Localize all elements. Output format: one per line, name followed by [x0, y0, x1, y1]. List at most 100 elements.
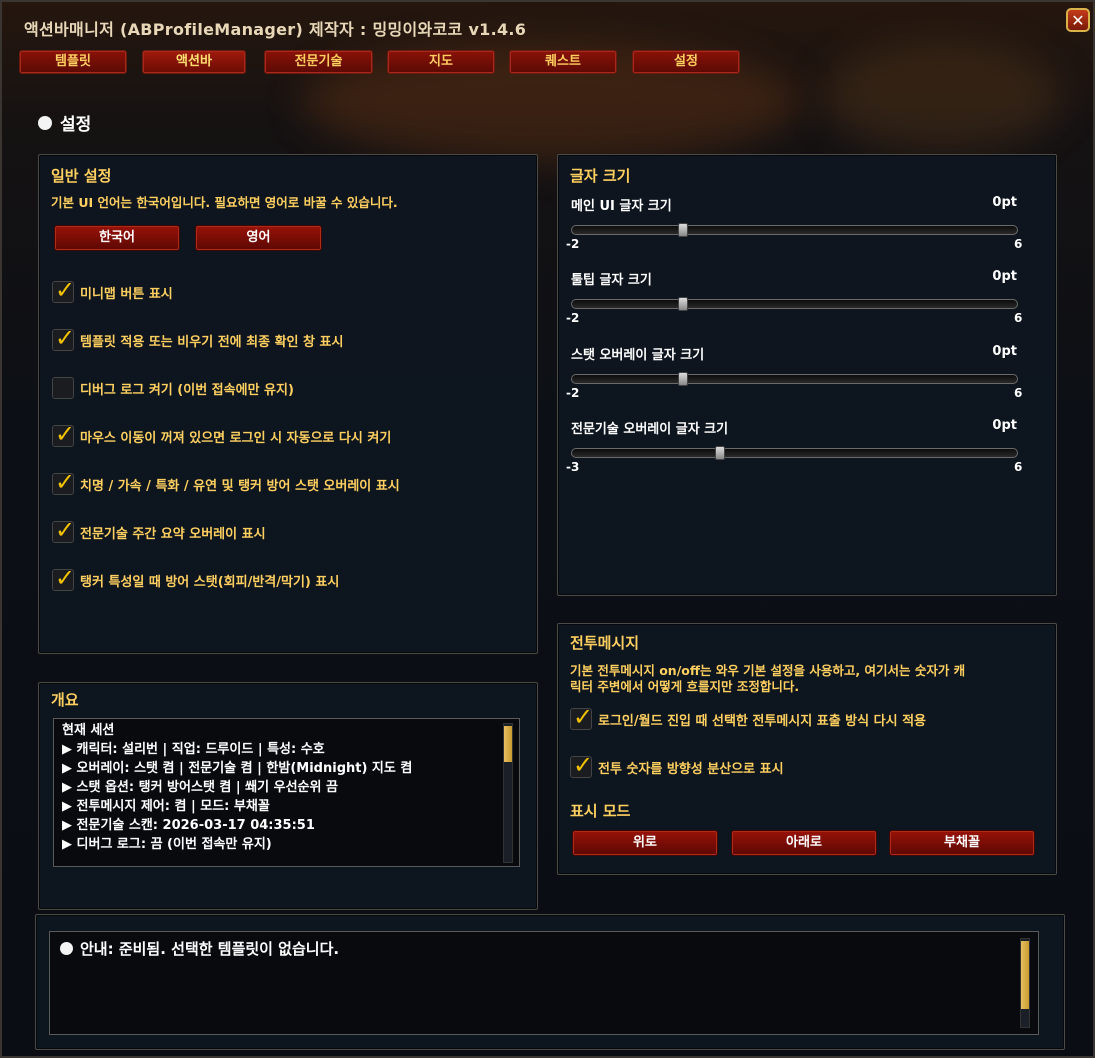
checkbox-row[interactable]: 디버그 로그 켜기 (이번 접속에만 유지)	[52, 377, 294, 399]
checkbox-row[interactable]: ✓ 탱커 특성일 때 방어 스탯(회피/반격/막기) 표시	[52, 564, 340, 592]
check-icon: ✓	[55, 276, 76, 304]
tab-template[interactable]: 템플릿	[19, 50, 127, 74]
scrollbar[interactable]	[1020, 938, 1030, 1028]
slider-min: -2	[566, 311, 580, 325]
log-line: 현재 세션	[62, 723, 115, 738]
display-mode-title: 표시 모드	[570, 802, 631, 820]
log-line: ▶ 오버레이: 스탯 켬 | 전문기술 켬 | 한밤(Midnight) 지도 …	[62, 761, 413, 776]
slider-thumb[interactable]	[715, 446, 726, 460]
slider-label: 메인 UI 글자 크기	[571, 199, 672, 214]
checkbox[interactable]: ✓	[52, 468, 75, 496]
slider-label: 스탯 오버레이 글자 크기	[571, 348, 705, 363]
window-title: 액션바매니저 (ABProfileManager) 제작자 : 밍밍이와코코 v…	[24, 20, 527, 39]
slider-max: 6	[1014, 386, 1023, 400]
checkbox-label: 마우스 이동이 꺼져 있으면 로그인 시 자동으로 다시 켜기	[80, 430, 392, 446]
notice-text: 안내: 준비됨. 선택한 템플릿이 없습니다.	[80, 940, 340, 958]
check-icon: ✓	[55, 564, 76, 592]
checkbox-row[interactable]: ✓ 템플릿 적용 또는 비우기 전에 최종 확인 창 표시	[52, 324, 344, 352]
font-size-title: 글자 크기	[570, 167, 631, 185]
checkbox-label: 전문기술 주간 요약 오버레이 표시	[80, 526, 266, 542]
tab-settings[interactable]: 설정	[632, 50, 740, 74]
slider-min: -2	[566, 386, 580, 400]
slider-min: -3	[566, 460, 580, 474]
log-line: ▶ 디버그 로그: 끔 (이번 접속만 유지)	[62, 837, 272, 852]
checkbox-row[interactable]: ✓ 치명 / 가속 / 특화 / 유연 및 탱커 방어 스탯 오버레이 표시	[52, 468, 400, 496]
checkbox-row[interactable]: ✓ 미니맵 버튼 표시	[52, 276, 173, 304]
combat-text-desc: 릭터 주변에서 어떻게 흐를지만 조정합니다.	[570, 679, 800, 694]
tab-quest[interactable]: 퀘스트	[509, 50, 617, 74]
slider-min: -2	[566, 237, 580, 251]
slider-label: 툴팁 글자 크기	[571, 273, 652, 288]
checkbox-label: 탱커 특성일 때 방어 스탯(회피/반격/막기) 표시	[80, 574, 340, 590]
scrollbar-thumb[interactable]	[504, 726, 512, 762]
checkbox-row[interactable]: ✓ 로그인/월드 진입 때 선택한 전투메시지 표출 방식 다시 적용	[570, 703, 926, 731]
general-settings-title: 일반 설정	[51, 167, 112, 185]
background-art	[822, 42, 1062, 152]
overview-title: 개요	[51, 691, 79, 709]
checkbox-label: 미니맵 버튼 표시	[80, 286, 173, 302]
check-icon: ✓	[573, 703, 594, 731]
combat-text-title: 전투메시지	[570, 634, 640, 652]
checkbox[interactable]: ✓	[52, 516, 75, 544]
slider-thumb[interactable]	[678, 297, 689, 311]
check-icon: ✓	[55, 420, 76, 448]
checkbox-row[interactable]: ✓ 전문기술 주간 요약 오버레이 표시	[52, 516, 266, 544]
tooltip-font-slider[interactable]	[571, 297, 1018, 311]
english-button[interactable]: 영어	[195, 225, 322, 251]
korean-button[interactable]: 한국어	[54, 225, 180, 251]
slider-thumb[interactable]	[678, 223, 689, 237]
scrollbar[interactable]	[503, 723, 513, 863]
check-icon: ✓	[573, 751, 594, 779]
bullet-icon	[60, 942, 73, 955]
log-line: ▶ 캐릭터: 설리번 | 직업: 드루이드 | 특성: 수호	[62, 742, 325, 757]
mode-fan-button[interactable]: 부채꼴	[889, 830, 1035, 856]
combat-text-panel: 전투메시지 기본 전투메시지 on/off는 와우 기본 설정을 사용하고, 여…	[557, 623, 1057, 875]
checkbox[interactable]: ✓	[52, 420, 75, 448]
check-icon: ✓	[55, 324, 76, 352]
checkbox-label: 전투 숫자를 방향성 분산으로 표시	[598, 761, 784, 777]
checkbox-label: 디버그 로그 켜기 (이번 접속에만 유지)	[80, 382, 294, 398]
check-icon: ✓	[55, 468, 76, 496]
checkbox-label: 치명 / 가속 / 특화 / 유연 및 탱커 방어 스탯 오버레이 표시	[80, 478, 400, 494]
profession-overlay-font-slider[interactable]	[571, 446, 1018, 460]
main-window: 액션바매니저 (ABProfileManager) 제작자 : 밍밍이와코코 v…	[0, 0, 1095, 1058]
bullet-icon	[38, 115, 52, 130]
checkbox-label: 로그인/월드 진입 때 선택한 전투메시지 표출 방식 다시 적용	[598, 713, 926, 729]
tab-profession[interactable]: 전문기술	[264, 50, 373, 74]
checkbox-label: 템플릿 적용 또는 비우기 전에 최종 확인 창 표시	[80, 334, 344, 350]
slider-max: 6	[1014, 237, 1023, 251]
checkbox[interactable]: ✓	[570, 751, 593, 779]
page-title: 설정	[38, 110, 91, 135]
notice-line: 안내: 준비됨. 선택한 템플릿이 없습니다.	[60, 938, 339, 959]
notice-panel: 안내: 준비됨. 선택한 템플릿이 없습니다.	[35, 914, 1065, 1050]
stat-overlay-font-slider[interactable]	[571, 372, 1018, 386]
checkbox[interactable]: ✓	[52, 564, 75, 592]
mode-up-button[interactable]: 위로	[572, 830, 718, 856]
font-size-panel: 글자 크기 메인 UI 글자 크기 0pt -2 6 툴팁 글자 크기 0pt …	[557, 154, 1057, 596]
notice-log[interactable]: 안내: 준비됨. 선택한 템플릿이 없습니다.	[49, 931, 1039, 1035]
scrollbar-thumb[interactable]	[1021, 941, 1029, 1009]
slider-value: 0pt	[992, 195, 1017, 210]
slider-thumb[interactable]	[678, 372, 689, 386]
log-line: ▶ 전문기술 스캔: 2026-03-17 04:35:51	[62, 818, 315, 833]
checkbox[interactable]	[52, 377, 74, 399]
slider-value: 0pt	[992, 269, 1017, 284]
checkbox-row[interactable]: ✓ 마우스 이동이 꺼져 있으면 로그인 시 자동으로 다시 켜기	[52, 420, 392, 448]
close-icon[interactable]: ✕	[1066, 8, 1090, 32]
checkbox[interactable]: ✓	[52, 324, 75, 352]
slider-value: 0pt	[992, 418, 1017, 433]
main-ui-font-slider[interactable]	[571, 223, 1018, 237]
slider-max: 6	[1014, 460, 1023, 474]
checkbox[interactable]: ✓	[570, 703, 593, 731]
check-icon: ✓	[55, 516, 76, 544]
overview-log[interactable]: 현재 세션 ▶ 캐릭터: 설리번 | 직업: 드루이드 | 특성: 수호 ▶ 오…	[53, 718, 520, 867]
slider-label: 전문기술 오버레이 글자 크기	[571, 422, 729, 437]
general-settings-panel: 일반 설정 기본 UI 언어는 한국어입니다. 필요하면 영어로 바꿀 수 있습…	[38, 154, 538, 654]
checkbox[interactable]: ✓	[52, 276, 75, 304]
checkbox-row[interactable]: ✓ 전투 숫자를 방향성 분산으로 표시	[570, 751, 784, 779]
tab-map[interactable]: 지도	[387, 50, 495, 74]
tab-actionbar[interactable]: 액션바	[142, 50, 246, 74]
mode-down-button[interactable]: 아래로	[731, 830, 877, 856]
general-settings-desc: 기본 UI 언어는 한국어입니다. 필요하면 영어로 바꿀 수 있습니다.	[51, 195, 398, 210]
slider-max: 6	[1014, 311, 1023, 325]
